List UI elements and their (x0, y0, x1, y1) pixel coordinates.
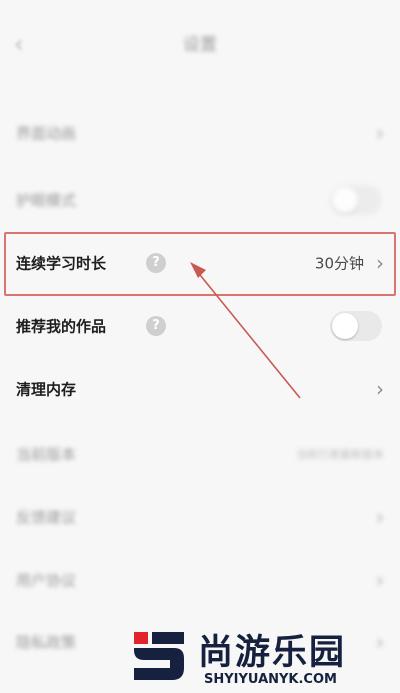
watermark: 尚游乐园 SHYIYUANYK.COM (118, 622, 400, 693)
watermark-domain-text: SHYIYUANYK.COM (204, 672, 337, 687)
watermark-chinese-text: 尚游乐园 (198, 633, 347, 673)
brand-s-logo-icon (134, 632, 184, 680)
annotation-arrow (190, 262, 301, 399)
arrow-head (190, 262, 206, 278)
arrow-line (195, 269, 301, 399)
